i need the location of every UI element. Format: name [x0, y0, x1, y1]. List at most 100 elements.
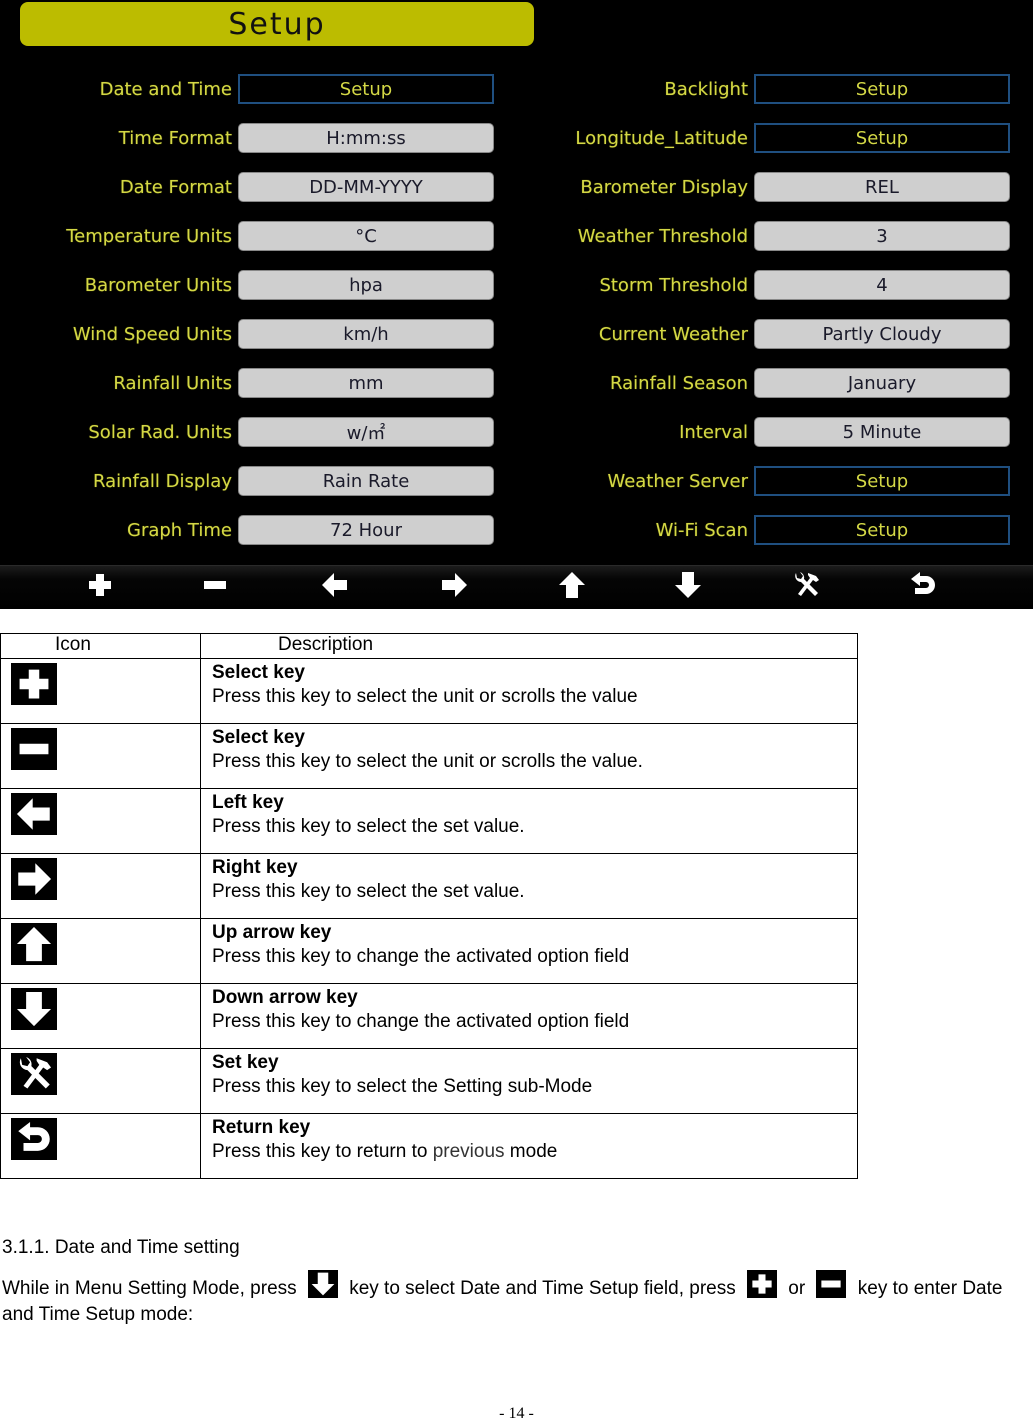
setting-value-field[interactable]: Rain Rate — [238, 466, 494, 496]
arrow-left-icon — [319, 569, 351, 606]
setting-row[interactable]: Barometer Display REL — [518, 172, 1014, 202]
setting-row[interactable]: Weather Server Setup — [518, 466, 1014, 496]
arrow-up-icon — [556, 569, 588, 606]
setting-row[interactable]: Graph Time 72 Hour — [0, 515, 496, 545]
setting-row[interactable]: Barometer Units hpa — [0, 270, 496, 300]
setting-value-field[interactable]: DD-MM-YYYY — [238, 172, 494, 202]
instruction-paragraph: While in Menu Setting Mode, press key to… — [2, 1270, 1022, 1328]
table-row: Set key Press this key to select the Sett… — [0, 1048, 858, 1114]
tools-key-button[interactable] — [786, 570, 826, 604]
arrow-down-icon — [11, 988, 57, 1030]
arrow-down-icon — [307, 1270, 338, 1298]
table-header-row: Icon Description — [0, 633, 858, 659]
setting-value-field[interactable]: REL — [754, 172, 1010, 202]
key-title: Set key — [212, 1052, 279, 1073]
icon-cell — [0, 1113, 201, 1179]
setting-row[interactable]: Date and Time Setup — [0, 74, 496, 104]
description-cell: Select key Press this key to select the u… — [200, 723, 858, 789]
page-number: - 14 - — [499, 1405, 534, 1422]
icon-cell — [0, 788, 201, 854]
setting-row[interactable]: Weather Threshold 3 — [518, 221, 1014, 251]
description-cell: Down arrow key Press this key to change t… — [200, 983, 858, 1049]
key-title: Return key — [212, 1117, 311, 1138]
setting-row[interactable]: Wind Speed Units km/h — [0, 319, 496, 349]
setting-value-field[interactable]: January — [754, 368, 1010, 398]
table-row: Select key Press this key to select the u… — [0, 723, 858, 789]
key-title: Select key — [212, 727, 305, 748]
setup-button[interactable]: Setup — [754, 74, 1010, 104]
arrow-right-icon — [11, 858, 57, 900]
key-title: Left key — [212, 792, 284, 813]
setup-button[interactable]: Setup — [754, 466, 1010, 496]
key-description: Press this key to change the activated o… — [212, 1011, 630, 1032]
setting-row[interactable]: Interval 5 Minute — [518, 417, 1014, 447]
setting-value-field[interactable]: 3 — [754, 221, 1010, 251]
setting-row[interactable]: Solar Rad. Units w/㎡ — [0, 417, 496, 447]
setting-row[interactable]: Rainfall Display Rain Rate — [0, 466, 496, 496]
description-cell: Right key Press this key to select the se… — [200, 853, 858, 919]
setting-row[interactable]: Temperature Units °C — [0, 221, 496, 251]
screen-title-bar: Setup — [20, 2, 534, 46]
return-icon — [907, 569, 939, 606]
desc-highlight: previous — [432, 1141, 505, 1162]
key-description: Press this key to select the unit or scr… — [212, 751, 643, 772]
plus-icon — [747, 1270, 778, 1298]
setting-value-field[interactable]: w/㎡ — [238, 417, 494, 447]
key-title: Select key — [212, 662, 305, 683]
setting-label: Temperature Units — [66, 225, 232, 247]
description-cell: Return key Press this key to return to pr… — [200, 1113, 858, 1179]
setting-value-field[interactable]: °C — [238, 221, 494, 251]
setting-label: Wind Speed Units — [72, 323, 232, 345]
setting-value-field[interactable]: H:mm:ss — [238, 123, 494, 153]
setting-label: Weather Server — [607, 470, 748, 492]
setting-value-field[interactable]: 72 Hour — [238, 515, 494, 545]
setting-value-field[interactable]: hpa — [238, 270, 494, 300]
setting-row[interactable]: Date Format DD-MM-YYYY — [0, 172, 496, 202]
description-cell: Up arrow key Press this key to change the… — [200, 918, 858, 984]
screen-title: Setup — [228, 6, 326, 42]
arrow-down-icon — [672, 569, 704, 606]
return-key-button[interactable] — [903, 570, 943, 604]
setting-row[interactable]: Rainfall Season January — [518, 368, 1014, 398]
setting-row[interactable]: Backlight Setup — [518, 74, 1014, 104]
table-row: Up arrow key Press this key to change the… — [0, 918, 858, 984]
setting-row[interactable]: Longitude_Latitude Setup — [518, 123, 1014, 153]
setting-row[interactable]: Storm Threshold 4 — [518, 270, 1014, 300]
setting-row[interactable]: Time Format H:mm:ss — [0, 123, 496, 153]
setting-value-field[interactable]: km/h — [238, 319, 494, 349]
arrow-left-key-button[interactable] — [315, 570, 355, 604]
setup-button[interactable]: Setup — [754, 515, 1010, 545]
return-icon — [11, 1118, 57, 1160]
plus-key-button[interactable] — [80, 570, 120, 604]
setting-label: Time Format — [118, 127, 232, 149]
key-description: Press this key to return to previous mod… — [212, 1140, 857, 1164]
arrow-up-key-button[interactable] — [552, 570, 592, 604]
arrow-down-key-button[interactable] — [668, 570, 708, 604]
setting-label: Current Weather — [598, 323, 748, 345]
setting-label: Date and Time — [99, 78, 232, 100]
setting-label: Wi-Fi Scan — [655, 519, 748, 541]
table-row: Right key Press this key to select the se… — [0, 853, 858, 919]
setup-button[interactable]: Setup — [238, 74, 494, 104]
minus-icon — [816, 1270, 847, 1298]
arrow-right-key-button[interactable] — [434, 570, 474, 604]
setting-value-field[interactable]: Partly Cloudy — [754, 319, 1010, 349]
setting-value-field[interactable]: 4 — [754, 270, 1010, 300]
setting-row[interactable]: Rainfall Units mm — [0, 368, 496, 398]
tools-icon — [11, 1053, 57, 1095]
key-title: Right key — [212, 857, 298, 878]
device-screen: Setup Date and Time Setup Time Format H:mm:… — [0, 0, 1033, 609]
setting-value-field[interactable]: 5 Minute — [754, 417, 1010, 447]
setting-label: Barometer Units — [84, 274, 232, 296]
setting-value-field[interactable]: mm — [238, 368, 494, 398]
setting-row[interactable]: Current Weather Partly Cloudy — [518, 319, 1014, 349]
plus-icon — [11, 663, 57, 705]
key-description-table: Icon Description Select key Press this ke… — [0, 633, 858, 1179]
icon-cell — [0, 1048, 201, 1114]
setup-button[interactable]: Setup — [754, 123, 1010, 153]
icon-cell — [0, 658, 201, 724]
setting-row[interactable]: Wi-Fi Scan Setup — [518, 515, 1014, 545]
tools-icon — [790, 569, 822, 606]
para-text-2: key to select Date and Time Setup field,… — [349, 1278, 736, 1299]
minus-key-button[interactable] — [195, 570, 235, 604]
